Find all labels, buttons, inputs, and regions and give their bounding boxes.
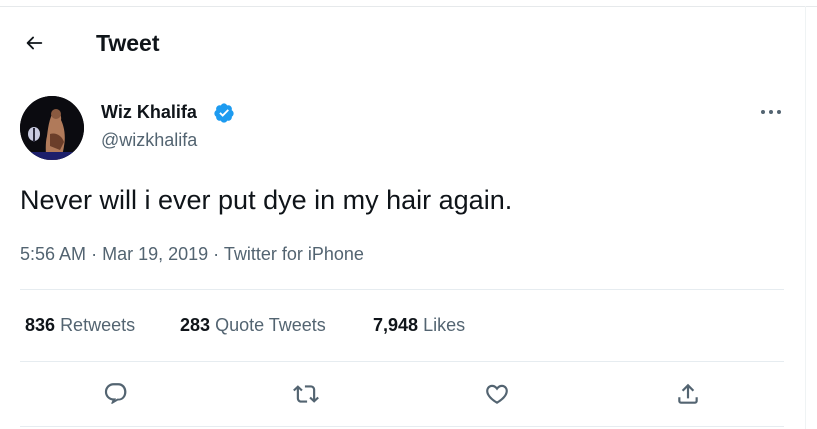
retweets-count: 836 [25, 315, 56, 335]
right-border [805, 6, 806, 429]
retweets-stat[interactable]: 836 Retweets [25, 312, 135, 338]
divider [20, 426, 784, 427]
retweet-icon [293, 385, 319, 403]
tweet-meta: 5:56 AM · Mar 19, 2019 · Twitter for iPh… [20, 242, 364, 266]
reply-icon [104, 383, 127, 404]
author-name[interactable]: Wiz Khalifa [101, 100, 197, 124]
avatar[interactable] [20, 96, 84, 160]
tweet-source[interactable]: Twitter for iPhone [224, 244, 364, 264]
verified-badge-icon [214, 103, 234, 123]
meta-separator: · [91, 244, 98, 264]
retweet-button[interactable] [290, 378, 322, 410]
reply-button[interactable] [100, 378, 132, 410]
quote-tweets-stat[interactable]: 283 Quote Tweets [180, 312, 326, 338]
quote-tweets-count: 283 [180, 315, 211, 335]
likes-count: 7,948 [373, 315, 419, 335]
share-button[interactable] [672, 378, 704, 410]
divider [20, 361, 784, 362]
likes-label: Likes [423, 315, 466, 335]
more-dots-icon [761, 110, 781, 114]
avatar-image [20, 96, 84, 160]
divider [20, 289, 784, 290]
likes-stat[interactable]: 7,948 Likes [373, 312, 465, 338]
page-title: Tweet [96, 30, 160, 56]
author-handle[interactable]: @wizkhalifa [101, 128, 197, 152]
tweet-text: Never will i ever put dye in my hair aga… [20, 185, 513, 215]
header: Tweet [0, 7, 805, 77]
share-icon [678, 383, 698, 404]
like-button[interactable] [481, 378, 513, 410]
retweets-label: Retweets [60, 315, 136, 335]
meta-separator: · [213, 244, 220, 264]
arrow-left-icon [26, 36, 43, 50]
back-button[interactable] [18, 27, 50, 59]
tweet-time[interactable]: 5:56 AM [20, 244, 86, 264]
quote-tweets-label: Quote Tweets [215, 315, 326, 335]
like-icon [486, 384, 508, 404]
tweet-date[interactable]: Mar 19, 2019 [102, 244, 208, 264]
more-options-button[interactable] [757, 100, 785, 124]
